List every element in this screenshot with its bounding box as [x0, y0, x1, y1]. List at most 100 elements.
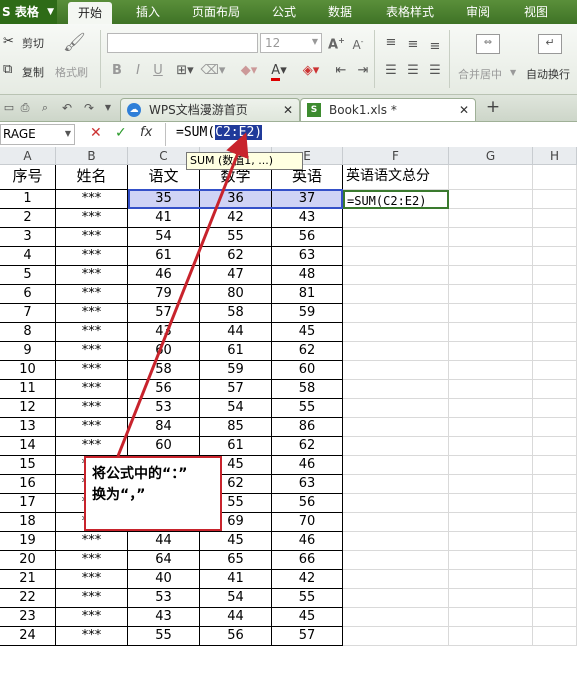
- table-cell[interactable]: 45: [272, 608, 343, 627]
- underline-button[interactable]: U: [150, 62, 166, 80]
- table-cell[interactable]: ***: [56, 361, 128, 380]
- table-cell[interactable]: [343, 247, 449, 266]
- table-cell[interactable]: 57: [128, 304, 200, 323]
- table-cell[interactable]: ***: [56, 551, 128, 570]
- table-cell[interactable]: [533, 209, 577, 228]
- format-painter-button[interactable]: 🖌 格式刷: [55, 32, 93, 82]
- copy-button[interactable]: ⧉ 复制: [3, 62, 53, 80]
- table-cell[interactable]: [343, 589, 449, 608]
- spreadsheet-grid[interactable]: ABCDEFGH序号姓名语文数学英语英语语文总分1***353637=SUM(C…: [0, 147, 577, 677]
- table-cell[interactable]: 46: [128, 266, 200, 285]
- table-cell[interactable]: 43: [272, 209, 343, 228]
- table-cell[interactable]: 8: [0, 323, 56, 342]
- table-cell[interactable]: 66: [272, 551, 343, 570]
- table-cell[interactable]: [533, 266, 577, 285]
- table-cell[interactable]: [533, 418, 577, 437]
- align-left-icon[interactable]: ☰: [382, 62, 400, 80]
- table-cell[interactable]: 84: [128, 418, 200, 437]
- table-cell[interactable]: 62: [200, 247, 272, 266]
- table-cell[interactable]: 18: [0, 513, 56, 532]
- align-right-icon[interactable]: ☰: [426, 62, 444, 80]
- app-menu-button[interactable]: S 表格 ▼: [0, 0, 57, 24]
- table-cell[interactable]: 81: [272, 285, 343, 304]
- table-cell[interactable]: ***: [56, 589, 128, 608]
- table-cell[interactable]: [343, 494, 449, 513]
- table-cell[interactable]: [449, 437, 533, 456]
- table-cell[interactable]: [449, 589, 533, 608]
- table-cell[interactable]: ***: [56, 399, 128, 418]
- clear-icon[interactable]: ⌫▾: [200, 62, 226, 80]
- table-cell[interactable]: 1: [0, 190, 56, 209]
- cut-button[interactable]: ✂ 剪切: [3, 33, 53, 51]
- table-cell[interactable]: [533, 551, 577, 570]
- table-cell[interactable]: 55: [128, 627, 200, 646]
- quick-access-icon[interactable]: ▭: [2, 99, 16, 117]
- column-header[interactable]: A: [0, 147, 56, 165]
- tab-data[interactable]: 数据: [318, 0, 362, 24]
- column-header[interactable]: B: [56, 147, 128, 165]
- table-cell[interactable]: 23: [0, 608, 56, 627]
- name-box[interactable]: RAGE ▼: [0, 124, 75, 145]
- table-cell[interactable]: [343, 380, 449, 399]
- tab-book1[interactable]: S Book1.xls * ✕: [300, 98, 476, 121]
- table-cell[interactable]: [533, 247, 577, 266]
- table-cell[interactable]: 10: [0, 361, 56, 380]
- table-cell[interactable]: 85: [200, 418, 272, 437]
- border-icon[interactable]: ⊞▾: [172, 62, 198, 80]
- table-cell[interactable]: [449, 532, 533, 551]
- column-header[interactable]: F: [343, 147, 449, 165]
- table-cell[interactable]: [343, 399, 449, 418]
- table-cell[interactable]: 48: [272, 266, 343, 285]
- merge-center-button[interactable]: ⇔ 合并居中 ▼: [454, 30, 520, 88]
- table-cell[interactable]: [449, 304, 533, 323]
- table-cell[interactable]: ***: [56, 304, 128, 323]
- table-cell[interactable]: ***: [56, 228, 128, 247]
- font-name-select[interactable]: [107, 33, 258, 53]
- table-cell[interactable]: 44: [200, 608, 272, 627]
- table-cell[interactable]: [449, 228, 533, 247]
- table-cell[interactable]: [343, 551, 449, 570]
- table-cell[interactable]: 58: [200, 304, 272, 323]
- table-cell[interactable]: 46: [272, 532, 343, 551]
- tab-insert[interactable]: 插入: [124, 0, 172, 24]
- header-cell[interactable]: [533, 165, 577, 190]
- table-cell[interactable]: 46: [272, 456, 343, 475]
- table-cell[interactable]: [533, 532, 577, 551]
- table-cell[interactable]: 6: [0, 285, 56, 304]
- table-cell[interactable]: 54: [200, 399, 272, 418]
- table-cell[interactable]: [449, 551, 533, 570]
- tab-formulas[interactable]: 公式: [262, 0, 306, 24]
- table-cell[interactable]: 55: [200, 228, 272, 247]
- formula-input[interactable]: =SUM(C2:E2): [176, 125, 263, 140]
- table-cell[interactable]: [533, 342, 577, 361]
- table-cell[interactable]: [449, 456, 533, 475]
- table-cell[interactable]: 59: [200, 361, 272, 380]
- table-cell[interactable]: ***: [56, 608, 128, 627]
- table-cell[interactable]: 44: [128, 532, 200, 551]
- table-cell[interactable]: 86: [272, 418, 343, 437]
- header-cell[interactable]: 序号: [0, 165, 56, 190]
- table-cell[interactable]: ***: [56, 570, 128, 589]
- table-cell[interactable]: 61: [128, 247, 200, 266]
- table-cell[interactable]: [533, 589, 577, 608]
- tab-view[interactable]: 视图: [514, 0, 558, 24]
- table-cell[interactable]: 53: [128, 589, 200, 608]
- table-cell[interactable]: [343, 475, 449, 494]
- table-cell[interactable]: 3: [0, 228, 56, 247]
- header-cell[interactable]: [449, 165, 533, 190]
- table-cell[interactable]: [533, 399, 577, 418]
- tab-wps-home[interactable]: ☁ WPS文档漫游首页 ✕: [120, 98, 300, 121]
- table-cell[interactable]: [343, 266, 449, 285]
- table-cell[interactable]: 14: [0, 437, 56, 456]
- decrease-font-icon[interactable]: A-: [350, 33, 366, 54]
- table-cell[interactable]: [343, 285, 449, 304]
- table-cell[interactable]: 42: [200, 209, 272, 228]
- table-cell[interactable]: 9: [0, 342, 56, 361]
- print-icon[interactable]: ⎙: [18, 99, 32, 117]
- table-cell[interactable]: 41: [128, 209, 200, 228]
- table-cell[interactable]: 56: [200, 627, 272, 646]
- font-size-select[interactable]: 12 ▼: [260, 33, 322, 53]
- table-cell[interactable]: 58: [128, 361, 200, 380]
- table-cell[interactable]: [343, 456, 449, 475]
- table-cell[interactable]: 55: [272, 589, 343, 608]
